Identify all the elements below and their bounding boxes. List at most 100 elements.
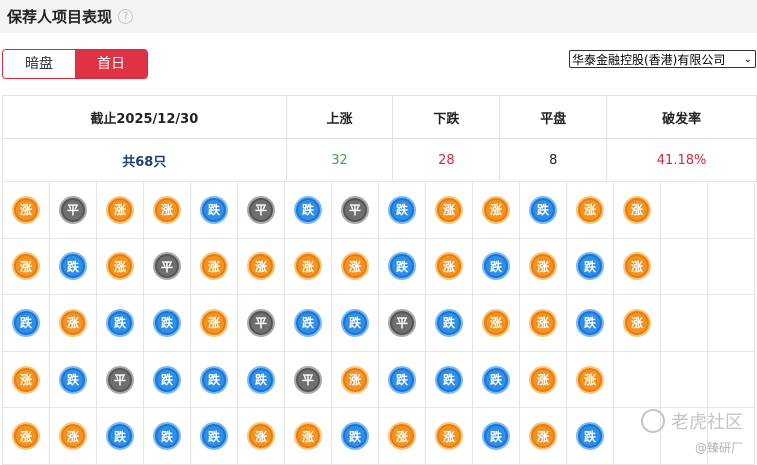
- total-count: 共68只: [2, 138, 287, 182]
- result-badge-up[interactable]: 涨: [482, 308, 510, 337]
- result-badge-down[interactable]: 跌: [388, 195, 416, 224]
- result-badge-down[interactable]: 跌: [200, 365, 228, 394]
- result-badge-up[interactable]: 涨: [529, 422, 557, 451]
- grid-cell: 涨: [97, 238, 144, 296]
- result-badge-down[interactable]: 跌: [482, 252, 510, 281]
- grid-cell: 跌: [473, 351, 520, 409]
- result-badge-up[interactable]: 涨: [576, 195, 604, 224]
- result-badge-flat[interactable]: 平: [59, 195, 87, 224]
- result-badge-up[interactable]: 涨: [529, 365, 557, 394]
- result-badge-up[interactable]: 涨: [576, 365, 604, 394]
- result-badge-up[interactable]: 涨: [12, 195, 40, 224]
- grid-cell: 跌: [473, 238, 520, 296]
- break-rate-value: 41.18%: [606, 138, 757, 182]
- result-badge-up[interactable]: 涨: [435, 252, 463, 281]
- result-badge-down[interactable]: 跌: [153, 422, 181, 451]
- result-badge-down[interactable]: 跌: [576, 308, 604, 337]
- result-badge-flat[interactable]: 平: [153, 252, 181, 281]
- result-badge-down[interactable]: 跌: [388, 365, 416, 394]
- grid-cell: 跌: [332, 295, 379, 352]
- result-badge-down[interactable]: 跌: [435, 365, 463, 394]
- result-badge-down[interactable]: 跌: [482, 422, 510, 451]
- result-badge-down[interactable]: 跌: [341, 308, 369, 337]
- grid-cell: [661, 182, 708, 239]
- result-badge-down[interactable]: 跌: [153, 308, 181, 337]
- result-badge-down[interactable]: 跌: [153, 365, 181, 394]
- grid-cell: 平: [238, 295, 285, 352]
- result-badge-down[interactable]: 跌: [341, 422, 369, 451]
- result-badge-up[interactable]: 涨: [59, 308, 87, 337]
- result-badge-down[interactable]: 跌: [388, 252, 416, 281]
- result-badge-down[interactable]: 跌: [59, 365, 87, 394]
- result-badge-up[interactable]: 涨: [12, 365, 40, 394]
- grid-cell: [708, 295, 755, 352]
- result-badge-flat[interactable]: 平: [294, 365, 322, 394]
- result-badge-up[interactable]: 涨: [12, 422, 40, 451]
- result-badge-flat[interactable]: 平: [106, 365, 134, 394]
- result-badge-up[interactable]: 涨: [12, 252, 40, 281]
- result-badge-up[interactable]: 涨: [529, 252, 557, 281]
- result-badge-up[interactable]: 涨: [435, 195, 463, 224]
- grid-cell: [614, 351, 661, 409]
- result-badge-down[interactable]: 跌: [106, 308, 134, 337]
- grid-cell: 涨: [332, 351, 379, 409]
- result-badge-up[interactable]: 涨: [153, 195, 181, 224]
- result-badge-down[interactable]: 跌: [529, 195, 557, 224]
- result-badge-up[interactable]: 涨: [200, 252, 228, 281]
- result-badge-flat[interactable]: 平: [247, 308, 275, 337]
- grid-cell: 涨: [520, 351, 567, 409]
- grid-cell: 平: [332, 182, 379, 239]
- result-badge-up[interactable]: 涨: [106, 252, 134, 281]
- result-badge-down[interactable]: 跌: [200, 195, 228, 224]
- chevron-down-icon: ⌄: [743, 54, 752, 65]
- result-badge-down[interactable]: 跌: [576, 422, 604, 451]
- result-badge-up[interactable]: 涨: [623, 308, 651, 337]
- result-badge-flat[interactable]: 平: [341, 195, 369, 224]
- result-badge-down[interactable]: 跌: [200, 422, 228, 451]
- grid-cell: 涨: [332, 238, 379, 296]
- grid-cell: 跌: [379, 182, 426, 239]
- result-badge-up[interactable]: 涨: [435, 422, 463, 451]
- result-badge-up[interactable]: 涨: [482, 195, 510, 224]
- result-badge-up[interactable]: 涨: [294, 422, 322, 451]
- result-badge-up[interactable]: 涨: [341, 365, 369, 394]
- grid-cell: 涨: [426, 238, 473, 296]
- grid-cell: 涨: [3, 238, 50, 296]
- grid-cell: 跌: [50, 351, 97, 409]
- result-badge-down[interactable]: 跌: [294, 308, 322, 337]
- sponsor-select[interactable]: 华泰金融控股(香港)有限公司 ⌄: [569, 50, 756, 68]
- result-badge-down[interactable]: 跌: [482, 365, 510, 394]
- result-badge-up[interactable]: 涨: [247, 252, 275, 281]
- question-circle-icon[interactable]: ?: [118, 9, 134, 24]
- grid-cell: 跌: [50, 238, 97, 296]
- result-badge-up[interactable]: 涨: [529, 308, 557, 337]
- grid-cell: 涨: [520, 295, 567, 352]
- grid-cell: [614, 408, 661, 465]
- grid-cell: 跌: [379, 238, 426, 296]
- toggle-first-day[interactable]: 首日: [75, 50, 147, 78]
- grid-cell: 涨: [238, 238, 285, 296]
- result-badge-up[interactable]: 涨: [623, 252, 651, 281]
- result-badge-down[interactable]: 跌: [59, 252, 87, 281]
- result-badge-down[interactable]: 跌: [12, 308, 40, 337]
- result-badge-down[interactable]: 跌: [247, 365, 275, 394]
- result-badge-up[interactable]: 涨: [200, 308, 228, 337]
- flat-count: 8: [499, 138, 608, 182]
- result-badge-up[interactable]: 涨: [106, 195, 134, 224]
- result-badge-up[interactable]: 涨: [247, 422, 275, 451]
- result-badge-up[interactable]: 涨: [341, 252, 369, 281]
- result-badge-down[interactable]: 跌: [576, 252, 604, 281]
- result-badge-down[interactable]: 跌: [106, 422, 134, 451]
- grid-cell: 涨: [285, 238, 332, 296]
- result-badge-up[interactable]: 涨: [59, 422, 87, 451]
- result-badge-up[interactable]: 涨: [623, 195, 651, 224]
- result-badge-flat[interactable]: 平: [388, 308, 416, 337]
- result-badge-flat[interactable]: 平: [247, 195, 275, 224]
- result-badge-down[interactable]: 跌: [294, 195, 322, 224]
- result-badge-up[interactable]: 涨: [294, 252, 322, 281]
- grid-cell: 涨: [614, 238, 661, 296]
- result-badge-down[interactable]: 跌: [435, 308, 463, 337]
- grid-cell: 跌: [191, 182, 238, 239]
- toggle-dark-market[interactable]: 暗盘: [3, 50, 75, 78]
- result-badge-up[interactable]: 涨: [388, 422, 416, 451]
